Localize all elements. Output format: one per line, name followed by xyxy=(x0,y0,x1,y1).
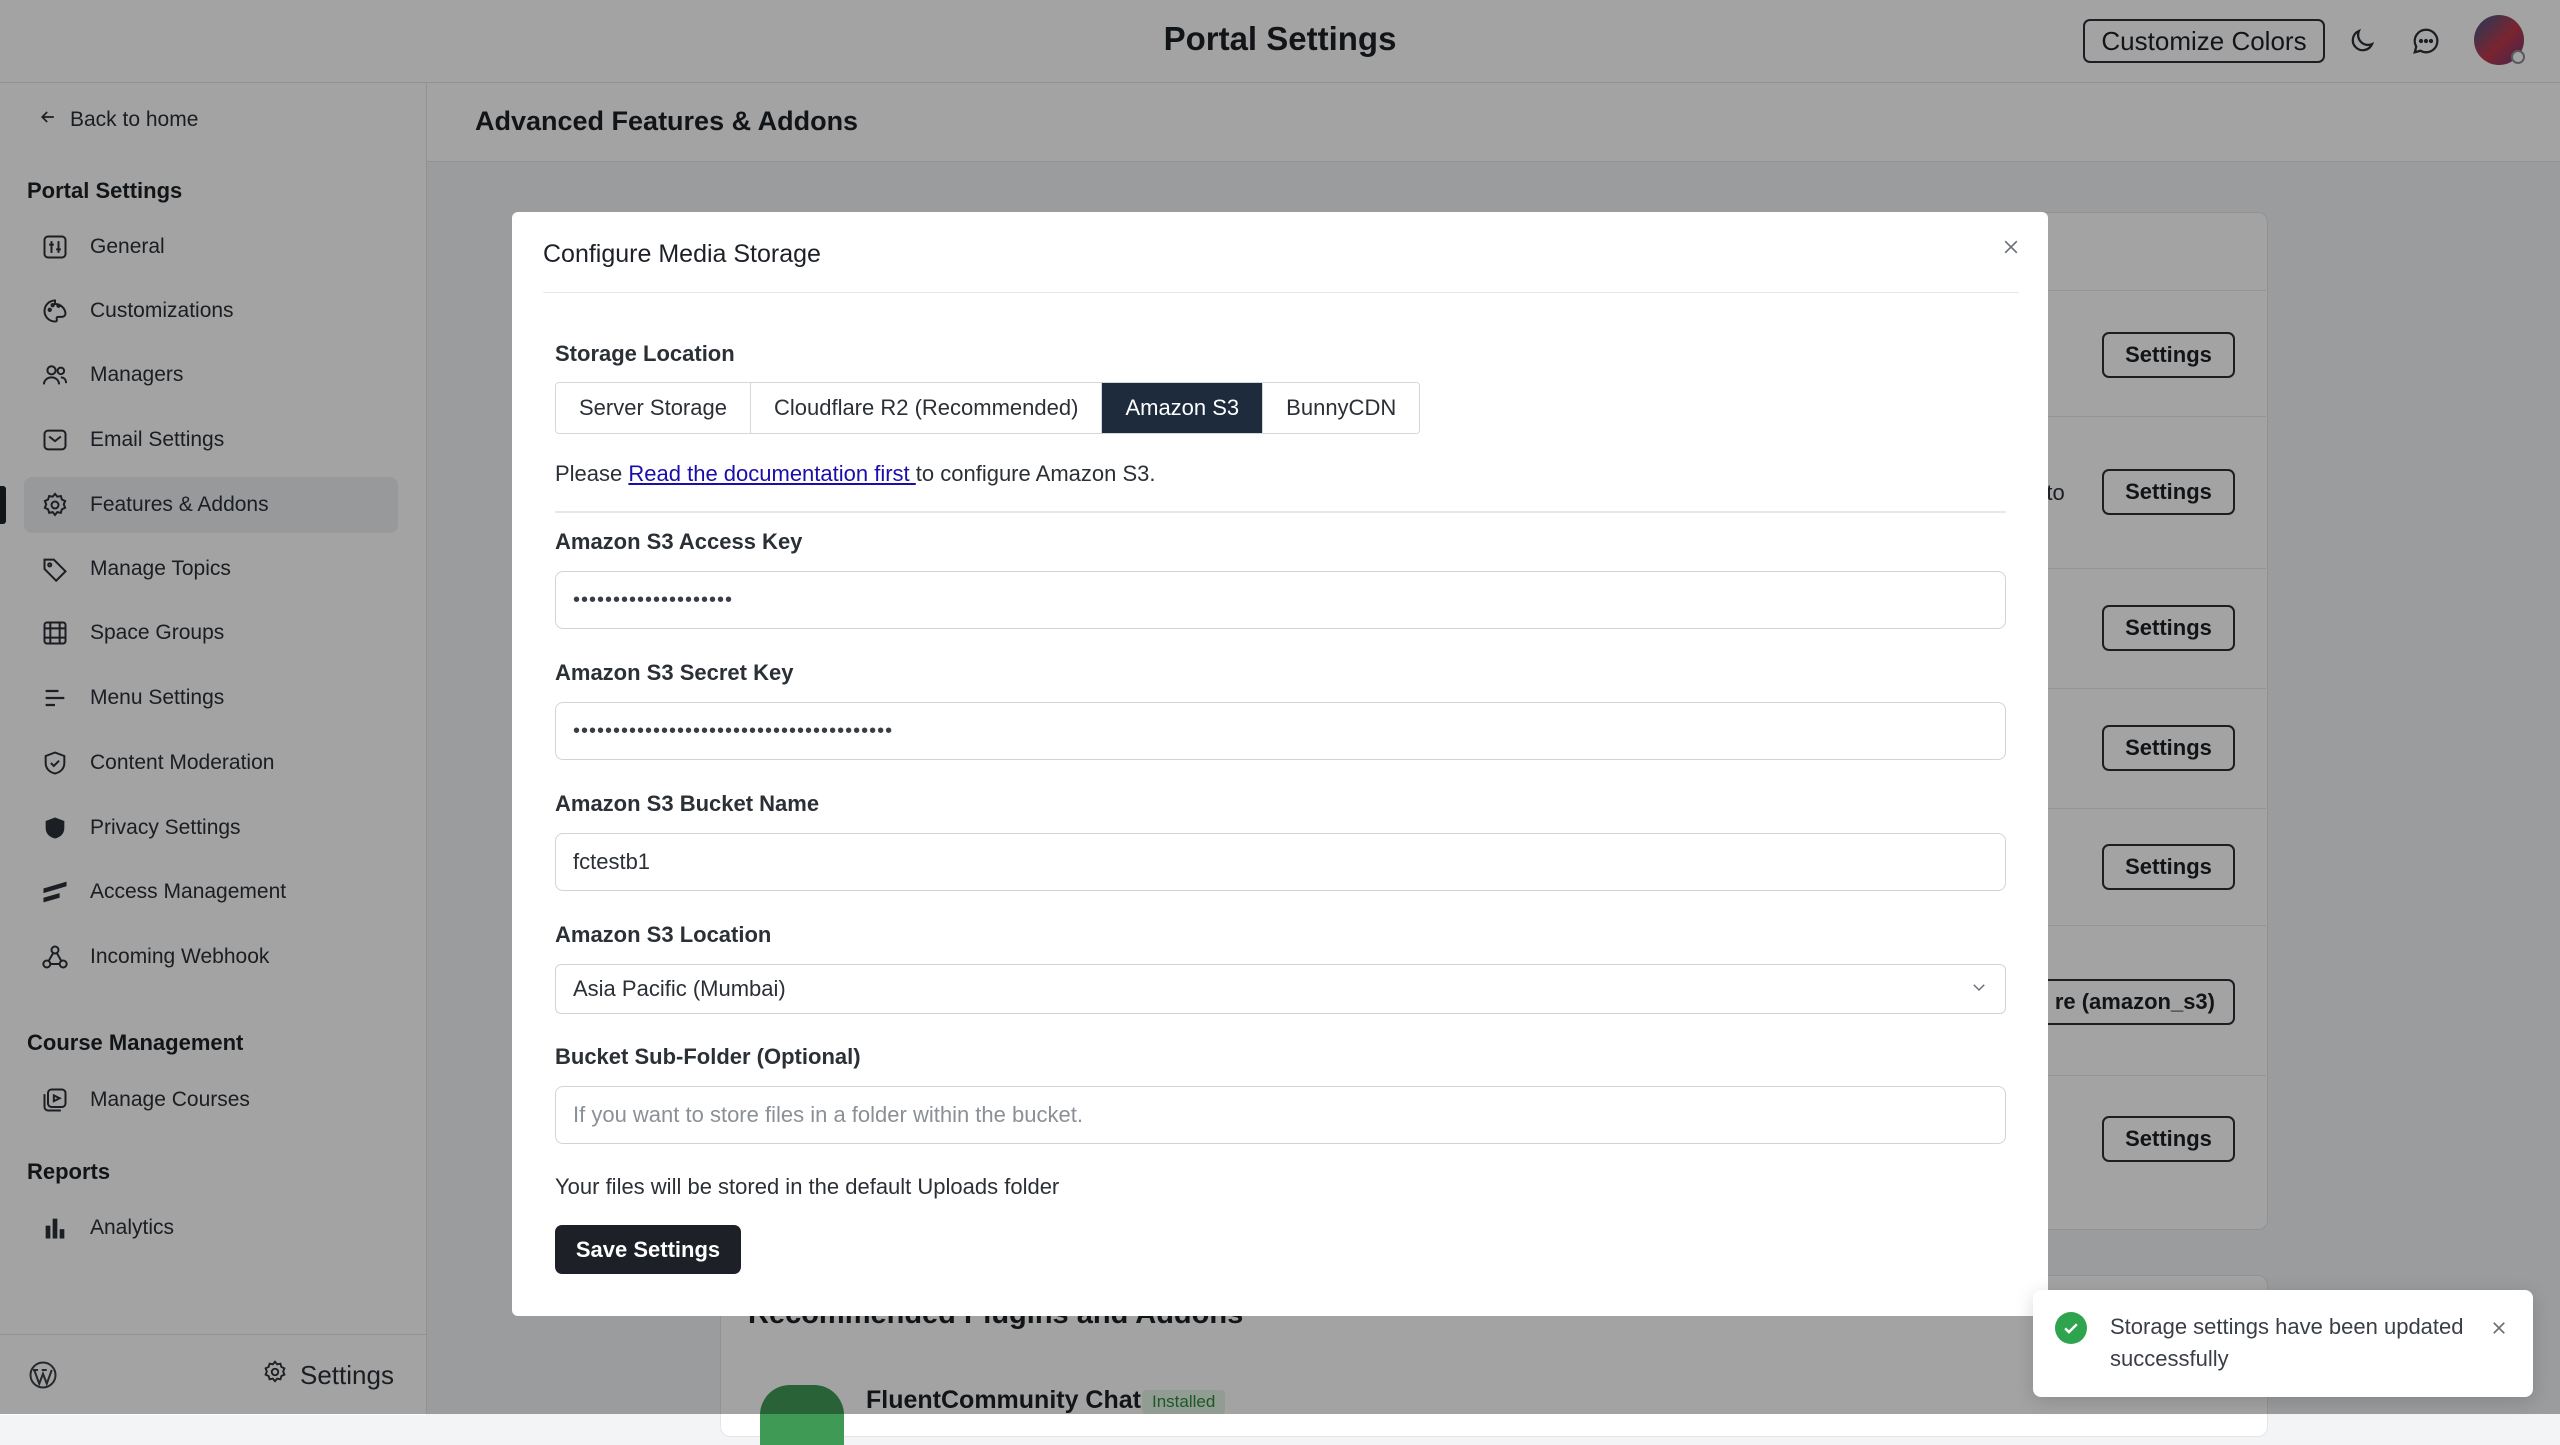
access-key-label: Amazon S3 Access Key xyxy=(555,529,803,554)
secret-key-label: Amazon S3 Secret Key xyxy=(555,660,794,685)
storage-location-selector: Server Storage Cloudflare R2 (Recommende… xyxy=(555,382,1421,434)
storage-option-bunnycdn[interactable]: BunnyCDN xyxy=(1263,383,1420,433)
storage-option-server[interactable]: Server Storage xyxy=(556,383,751,433)
documentation-note: Please Read the documentation first to c… xyxy=(555,461,1155,487)
modal-divider xyxy=(543,292,2019,293)
s3-location-label: Amazon S3 Location xyxy=(555,922,772,947)
subfolder-input[interactable] xyxy=(555,1086,2006,1144)
s3-location-value: Asia Pacific (Mumbai) xyxy=(573,976,786,1001)
doc-suffix: to configure Amazon S3. xyxy=(915,461,1156,486)
subfolder-label: Bucket Sub-Folder (Optional) xyxy=(555,1044,861,1069)
secret-key-input[interactable]: •••••••••••••••••••••••••••••••••••••••• xyxy=(555,702,2006,760)
toast-message: Storage settings have been updated succe… xyxy=(2110,1314,2464,1371)
section-divider xyxy=(555,511,2006,513)
bucket-name-label: Amazon S3 Bucket Name xyxy=(555,791,820,816)
storage-hint: Your files will be stored in the default… xyxy=(555,1174,1060,1199)
configure-media-storage-modal xyxy=(512,212,2048,1316)
save-settings-button[interactable]: Save Settings xyxy=(555,1225,741,1274)
close-icon[interactable] xyxy=(1996,232,2026,262)
modal-title: Configure Media Storage xyxy=(543,240,821,268)
s3-location-select[interactable]: Asia Pacific (Mumbai) xyxy=(555,964,2006,1014)
chevron-down-icon xyxy=(1970,976,1988,1002)
bucket-name-input[interactable]: fctestb1 xyxy=(555,833,2006,891)
storage-location-label: Storage Location xyxy=(555,341,735,366)
access-key-input[interactable]: •••••••••••••••••••• xyxy=(555,571,2006,629)
doc-prefix: Please xyxy=(555,461,629,486)
check-circle-icon xyxy=(2055,1312,2087,1344)
storage-option-amazon-s3[interactable]: Amazon S3 xyxy=(1102,383,1264,433)
close-icon[interactable] xyxy=(2487,1316,2511,1340)
documentation-link[interactable]: Read the documentation first xyxy=(628,461,915,486)
storage-option-cloudflare-r2[interactable]: Cloudflare R2 (Recommended) xyxy=(750,383,1103,433)
